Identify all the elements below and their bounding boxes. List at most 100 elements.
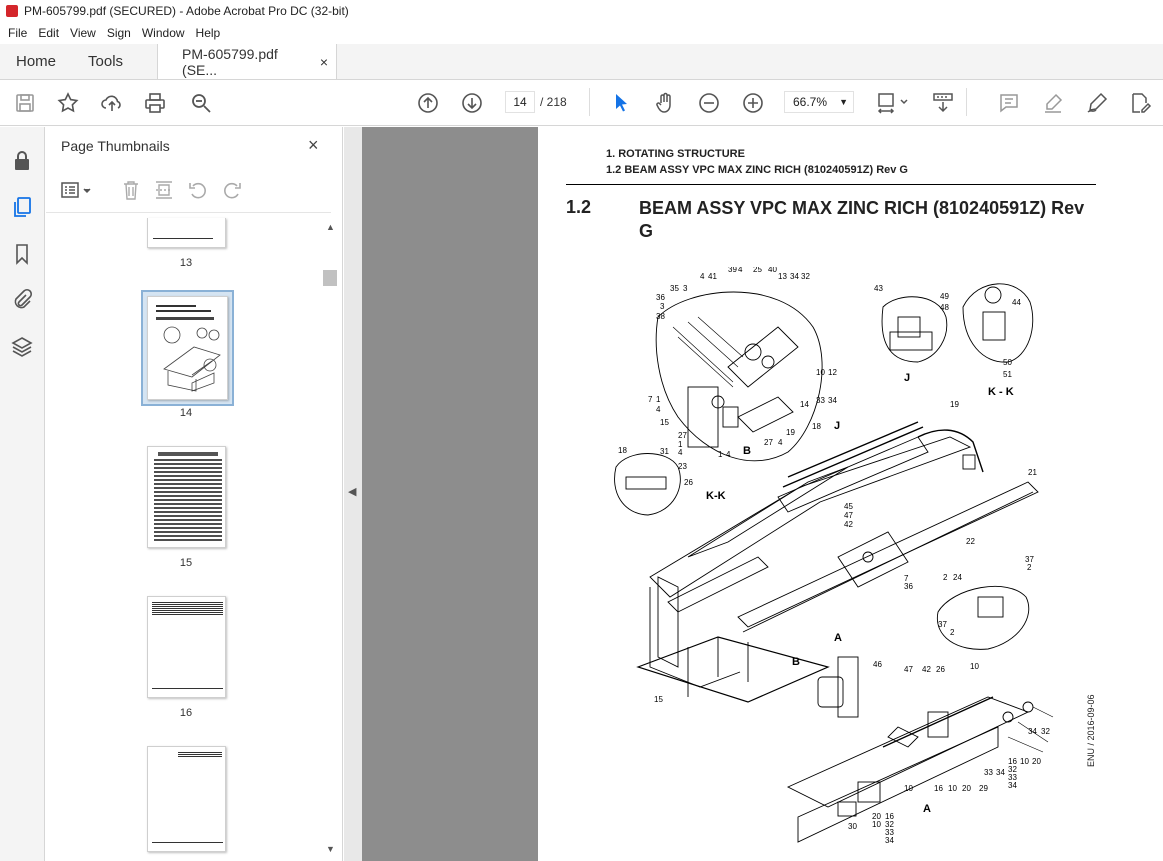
save-icon[interactable] (13, 91, 37, 115)
thumbnail-label: 13 (179, 257, 193, 269)
svg-text:34: 34 (1028, 727, 1037, 736)
scrollbar-thumb[interactable] (323, 270, 337, 286)
rotate-cw-icon[interactable] (221, 179, 243, 201)
options-menu-icon[interactable] (60, 179, 94, 201)
svg-text:36: 36 (656, 293, 665, 302)
svg-text:33: 33 (984, 768, 993, 777)
thumbnail-page-14[interactable] (147, 296, 228, 400)
print-icon[interactable] (143, 91, 167, 115)
comment-icon[interactable] (997, 91, 1021, 115)
svg-text:20: 20 (962, 784, 971, 793)
svg-text:34: 34 (790, 272, 799, 281)
svg-text:35: 35 (670, 284, 679, 293)
collapse-panel-icon[interactable]: ◀ (348, 485, 356, 498)
hand-tool-icon[interactable] (653, 91, 677, 115)
svg-text:10: 10 (816, 368, 825, 377)
chevron-up-icon[interactable]: ▲ (326, 222, 335, 232)
page-thumbnails-icon[interactable] (10, 195, 34, 219)
close-icon[interactable]: × (308, 135, 319, 156)
svg-text:2: 2 (1027, 563, 1032, 572)
svg-text:3: 3 (683, 284, 688, 293)
thumbnail-page-17[interactable] (147, 746, 226, 852)
fill-sign-icon[interactable] (1085, 91, 1109, 115)
window-title: PM-605799.pdf (SECURED) - Adobe Acrobat … (24, 4, 349, 18)
document-date-note: ENU / 2016-09-06 (1086, 694, 1096, 767)
zoom-in-icon[interactable] (741, 91, 765, 115)
scroll-mode-icon[interactable] (931, 91, 955, 115)
bookmarks-icon[interactable] (10, 242, 34, 266)
thumbnail-scrollbar[interactable]: ▲ ▼ (322, 220, 338, 856)
page-number-input[interactable]: 14 (505, 91, 535, 113)
svg-text:13: 13 (778, 272, 787, 281)
svg-text:26: 26 (936, 665, 945, 674)
title-bar: PM-605799.pdf (SECURED) - Adobe Acrobat … (0, 0, 1163, 22)
tab-close-icon[interactable]: × (320, 54, 328, 70)
svg-text:30: 30 (848, 822, 857, 831)
select-cursor-icon[interactable] (609, 91, 633, 115)
svg-text:34: 34 (885, 836, 894, 845)
svg-text:10: 10 (904, 784, 913, 793)
zoom-out-icon[interactable] (697, 91, 721, 115)
prev-page-icon[interactable] (416, 91, 440, 115)
menu-help[interactable]: Help (192, 26, 225, 40)
svg-text:B: B (743, 445, 751, 457)
thumbnail-label: 14 (179, 407, 193, 419)
svg-text:3: 3 (660, 302, 665, 311)
tab-home[interactable]: Home (0, 44, 72, 79)
thumbnail-page-16[interactable] (147, 596, 226, 698)
svg-text:23: 23 (678, 462, 687, 471)
delete-page-icon[interactable] (120, 179, 142, 201)
svg-text:39: 39 (728, 267, 737, 274)
page-header-section: 1.2 BEAM ASSY VPC MAX ZINC RICH (8102405… (606, 164, 908, 176)
lock-icon[interactable] (10, 149, 34, 173)
menu-file[interactable]: File (4, 26, 31, 40)
svg-text:4: 4 (678, 448, 683, 457)
svg-text:J: J (904, 372, 910, 384)
svg-text:42: 42 (922, 665, 931, 674)
svg-text:34: 34 (1008, 781, 1017, 790)
thumbnail-page-15[interactable] (147, 446, 226, 548)
next-page-icon[interactable] (460, 91, 484, 115)
thumbnail-label: 16 (179, 707, 193, 719)
chevron-down-icon[interactable]: ▼ (326, 844, 335, 854)
layers-icon[interactable] (10, 335, 34, 359)
svg-text:15: 15 (660, 418, 669, 427)
highlight-pen-icon[interactable] (1041, 91, 1065, 115)
zoom-select[interactable]: 66.7% ▼ (784, 91, 854, 113)
svg-text:4: 4 (700, 272, 705, 281)
svg-text:48: 48 (940, 303, 949, 312)
svg-text:32: 32 (801, 272, 810, 281)
thumbnail-toolbar (46, 171, 331, 213)
menu-edit[interactable]: Edit (34, 26, 63, 40)
svg-text:26: 26 (684, 478, 693, 487)
edit-pdf-icon[interactable] (1128, 91, 1152, 115)
svg-text:10: 10 (1020, 757, 1029, 766)
chevron-down-icon: ▼ (839, 97, 848, 107)
svg-text:4: 4 (778, 438, 783, 447)
bookmark-star-icon[interactable] (56, 91, 80, 115)
rotate-ccw-icon[interactable] (187, 179, 209, 201)
svg-text:2: 2 (943, 573, 948, 582)
extract-page-icon[interactable] (153, 179, 175, 201)
section-number: 1.2 (566, 197, 592, 217)
menu-sign[interactable]: Sign (103, 26, 135, 40)
attachments-icon[interactable] (10, 288, 34, 312)
thumbnail-page-13[interactable] (147, 218, 226, 248)
tab-document-label: PM-605799.pdf (SE... (182, 45, 278, 78)
svg-text:10: 10 (948, 784, 957, 793)
svg-text:27: 27 (764, 438, 773, 447)
menu-window[interactable]: Window (138, 26, 189, 40)
acrobat-icon (6, 5, 18, 17)
menu-view[interactable]: View (66, 26, 100, 40)
zoom-value: 66.7% (793, 95, 828, 109)
page-fit-icon[interactable] (876, 91, 912, 115)
find-icon[interactable] (189, 91, 213, 115)
upload-icon[interactable] (100, 91, 124, 115)
tab-tools[interactable]: Tools (72, 44, 139, 79)
tab-document[interactable]: PM-605799.pdf (SE... × (157, 44, 338, 79)
left-nav-rail (0, 127, 45, 861)
svg-text:34: 34 (828, 396, 837, 405)
svg-text:27: 27 (678, 431, 687, 440)
toolbar-separator (966, 88, 967, 116)
page-total: / 218 (540, 95, 567, 109)
